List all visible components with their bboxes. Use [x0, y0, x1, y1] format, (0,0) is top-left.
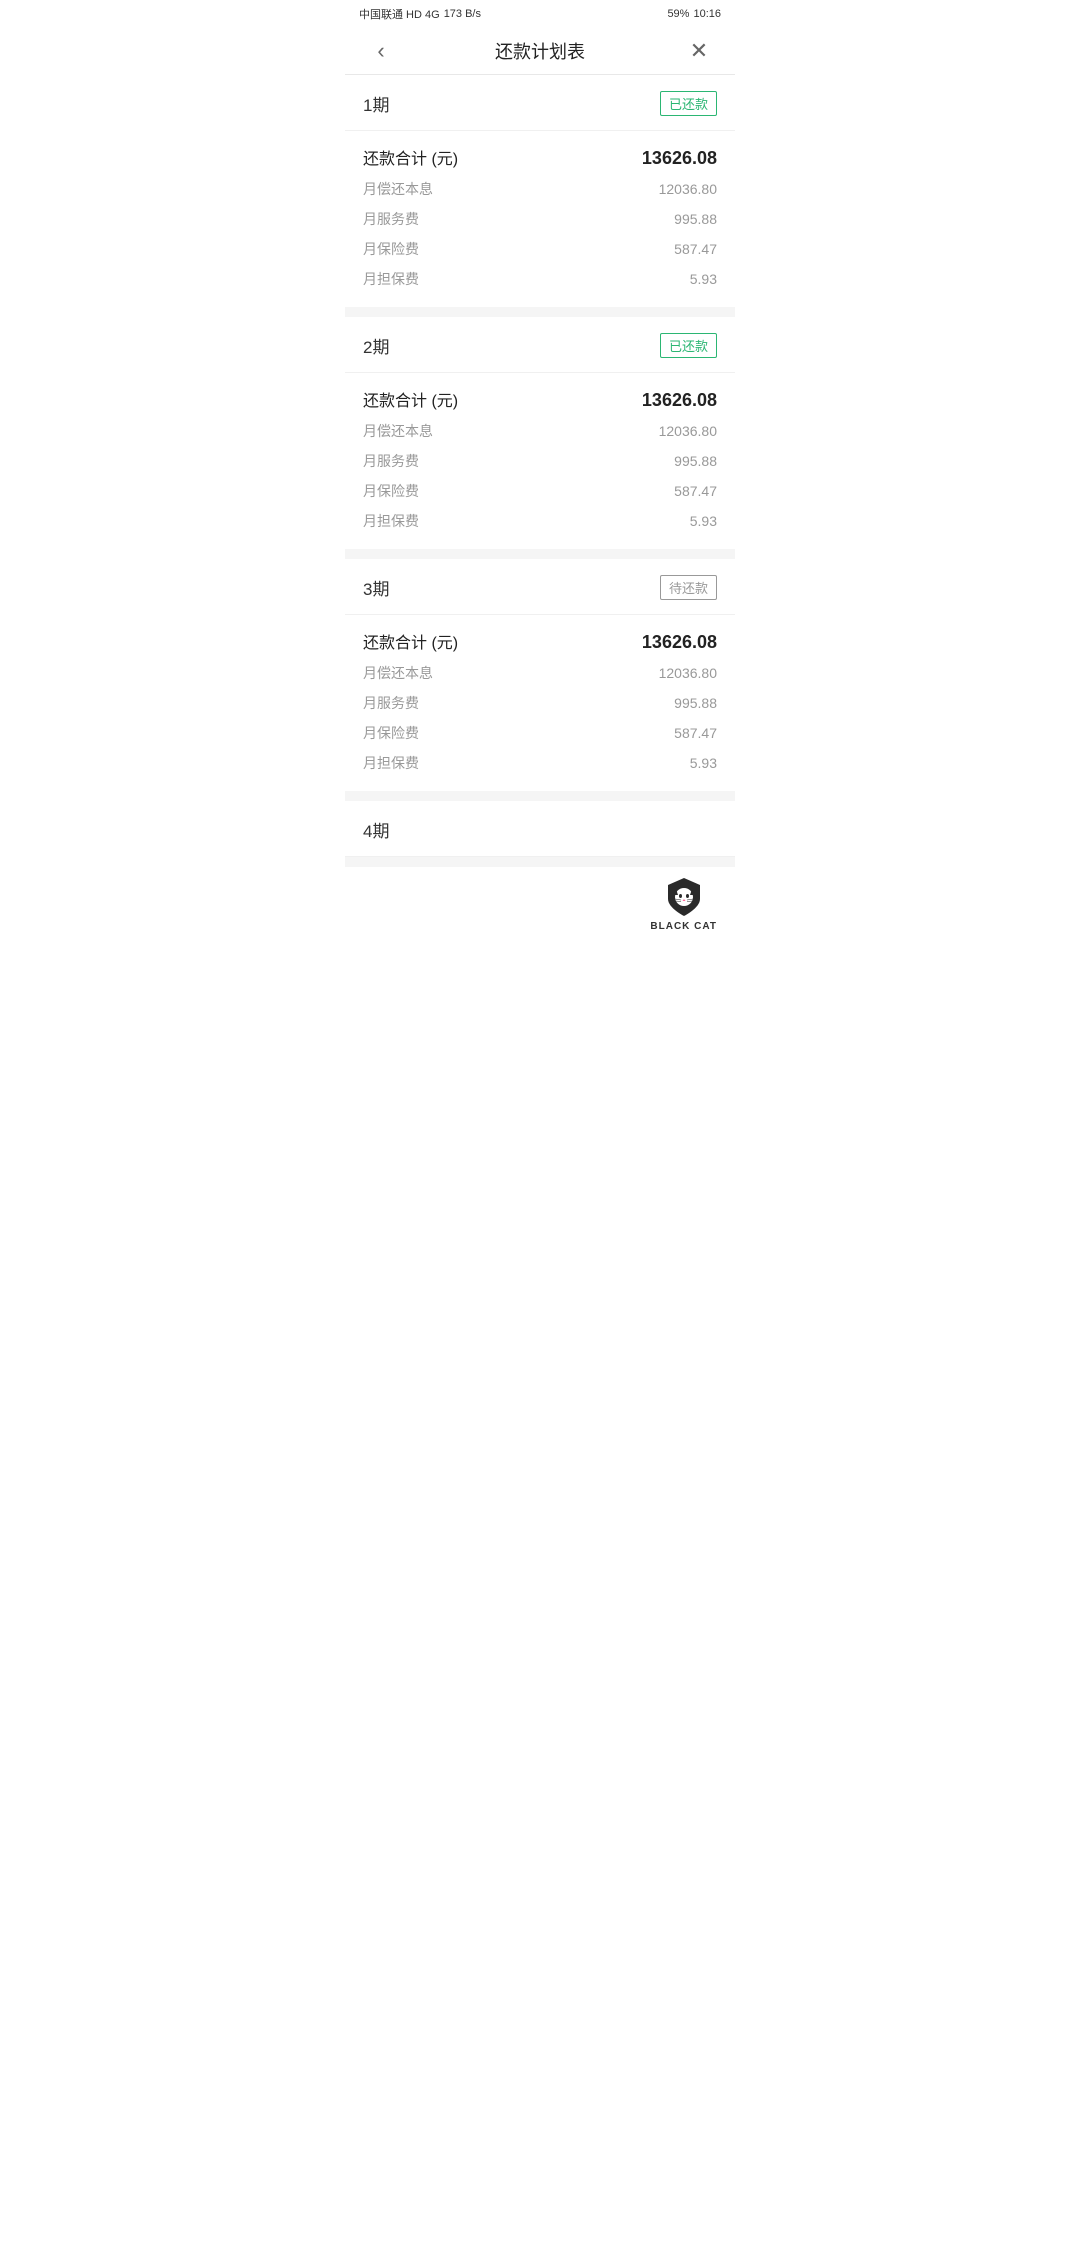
detail-row-3-4: 月担保费 5.93	[363, 753, 717, 773]
total-label-1: 还款合计 (元)	[363, 145, 458, 169]
total-value-2: 13626.08	[642, 390, 717, 411]
period-block-4: 4期	[345, 801, 735, 857]
period-num-3: 3期	[363, 575, 389, 600]
black-cat-text: BLACK CAT	[650, 921, 717, 932]
period-header-3: 3期 待还款	[345, 559, 735, 615]
black-cat-logo: BLACK CAT	[650, 875, 717, 932]
detail-label-2-3: 月保险费	[363, 481, 419, 501]
detail-label-3-3: 月保险费	[363, 723, 419, 743]
total-value-1: 13626.08	[642, 148, 717, 169]
total-row-2: 还款合计 (元) 13626.08	[363, 387, 717, 411]
detail-label-1-4: 月担保费	[363, 269, 419, 289]
total-label-3: 还款合计 (元)	[363, 629, 458, 653]
total-row-3: 还款合计 (元) 13626.08	[363, 629, 717, 653]
battery-text: 59%	[667, 8, 689, 20]
detail-value-1-2: 995.88	[674, 211, 717, 227]
carrier-text: 中国联通 HD 4G	[359, 6, 440, 22]
total-value-3: 13626.08	[642, 632, 717, 653]
page-title: 还款计划表	[495, 38, 585, 64]
period-block-2: 2期 已还款还款合计 (元) 13626.08 月偿还本息 12036.80 月服务费 99…	[345, 317, 735, 549]
close-button[interactable]: ✕	[681, 38, 717, 64]
detail-value-2-1: 12036.80	[659, 423, 717, 439]
detail-row-1-1: 月偿还本息 12036.80	[363, 179, 717, 199]
detail-label-2-1: 月偿还本息	[363, 421, 433, 441]
detail-value-1-1: 12036.80	[659, 181, 717, 197]
status-bar: 中国联通 HD 4G 173 B/s 59% 10:16	[345, 0, 735, 28]
detail-value-1-3: 587.47	[674, 241, 717, 257]
detail-value-3-3: 587.47	[674, 725, 717, 741]
period-block-3: 3期 待还款还款合计 (元) 13626.08 月偿还本息 12036.80 月服务费 99…	[345, 559, 735, 791]
status-badge-3: 待还款	[660, 575, 717, 600]
detail-row-2-2: 月服务费 995.88	[363, 451, 717, 471]
nav-bar: ‹ 还款计划表 ✕	[345, 28, 735, 75]
detail-row-1-3: 月保险费 587.47	[363, 239, 717, 259]
detail-row-2-4: 月担保费 5.93	[363, 511, 717, 531]
speed-text: 173 B/s	[444, 8, 481, 20]
period-num-1: 1期	[363, 91, 389, 116]
content-area: 1期已还款还款合计 (元)13626.08月偿还本息12036.80月服务费99…	[345, 75, 735, 944]
detail-row-2-3: 月保险费 587.47	[363, 481, 717, 501]
detail-row-3-1: 月偿还本息 12036.80	[363, 663, 717, 683]
detail-value-2-4: 5.93	[690, 513, 717, 529]
detail-row-2-1: 月偿还本息 12036.80	[363, 421, 717, 441]
status-right: 59% 10:16	[667, 8, 721, 20]
period-details-3: 还款合计 (元)13626.08月偿还本息12036.80月服务费995.88月…	[345, 615, 735, 791]
period-header-4: 4期	[345, 801, 735, 857]
detail-row-3-2: 月服务费 995.88	[363, 693, 717, 713]
detail-label-1-1: 月偿还本息	[363, 179, 433, 199]
black-cat-icon	[662, 875, 706, 919]
footer-watermark: BLACK CAT	[345, 867, 735, 944]
period-details-1: 还款合计 (元)13626.08月偿还本息12036.80月服务费995.88月…	[345, 131, 735, 307]
detail-label-1-2: 月服务费	[363, 209, 419, 229]
detail-row-1-2: 月服务费 995.88	[363, 209, 717, 229]
status-badge-1: 已还款	[660, 91, 717, 116]
period-details-2: 还款合计 (元)13626.08月偿还本息12036.80月服务费995.88月…	[345, 373, 735, 549]
detail-value-2-2: 995.88	[674, 453, 717, 469]
detail-label-2-4: 月担保费	[363, 511, 419, 531]
period-num-4: 4期	[363, 817, 389, 842]
back-button[interactable]: ‹	[363, 38, 399, 64]
total-row-1: 还款合计 (元) 13626.08	[363, 145, 717, 169]
detail-value-1-4: 5.93	[690, 271, 717, 287]
period-header-2: 2期 已还款	[345, 317, 735, 373]
detail-label-2-2: 月服务费	[363, 451, 419, 471]
detail-value-3-4: 5.93	[690, 755, 717, 771]
detail-label-1-3: 月保险费	[363, 239, 419, 259]
detail-row-1-4: 月担保费 5.93	[363, 269, 717, 289]
detail-label-3-2: 月服务费	[363, 693, 419, 713]
detail-label-3-1: 月偿还本息	[363, 663, 433, 683]
period-num-2: 2期	[363, 333, 389, 358]
detail-value-3-1: 12036.80	[659, 665, 717, 681]
time-text: 10:16	[693, 8, 721, 20]
detail-value-3-2: 995.88	[674, 695, 717, 711]
detail-label-3-4: 月担保费	[363, 753, 419, 773]
detail-value-2-3: 587.47	[674, 483, 717, 499]
status-badge-2: 已还款	[660, 333, 717, 358]
detail-row-3-3: 月保险费 587.47	[363, 723, 717, 743]
total-label-2: 还款合计 (元)	[363, 387, 458, 411]
period-block-1: 1期 已还款还款合计 (元) 13626.08 月偿还本息 12036.80 月服务费 99…	[345, 75, 735, 307]
period-header-1: 1期 已还款	[345, 75, 735, 131]
status-left: 中国联通 HD 4G 173 B/s	[359, 6, 481, 22]
